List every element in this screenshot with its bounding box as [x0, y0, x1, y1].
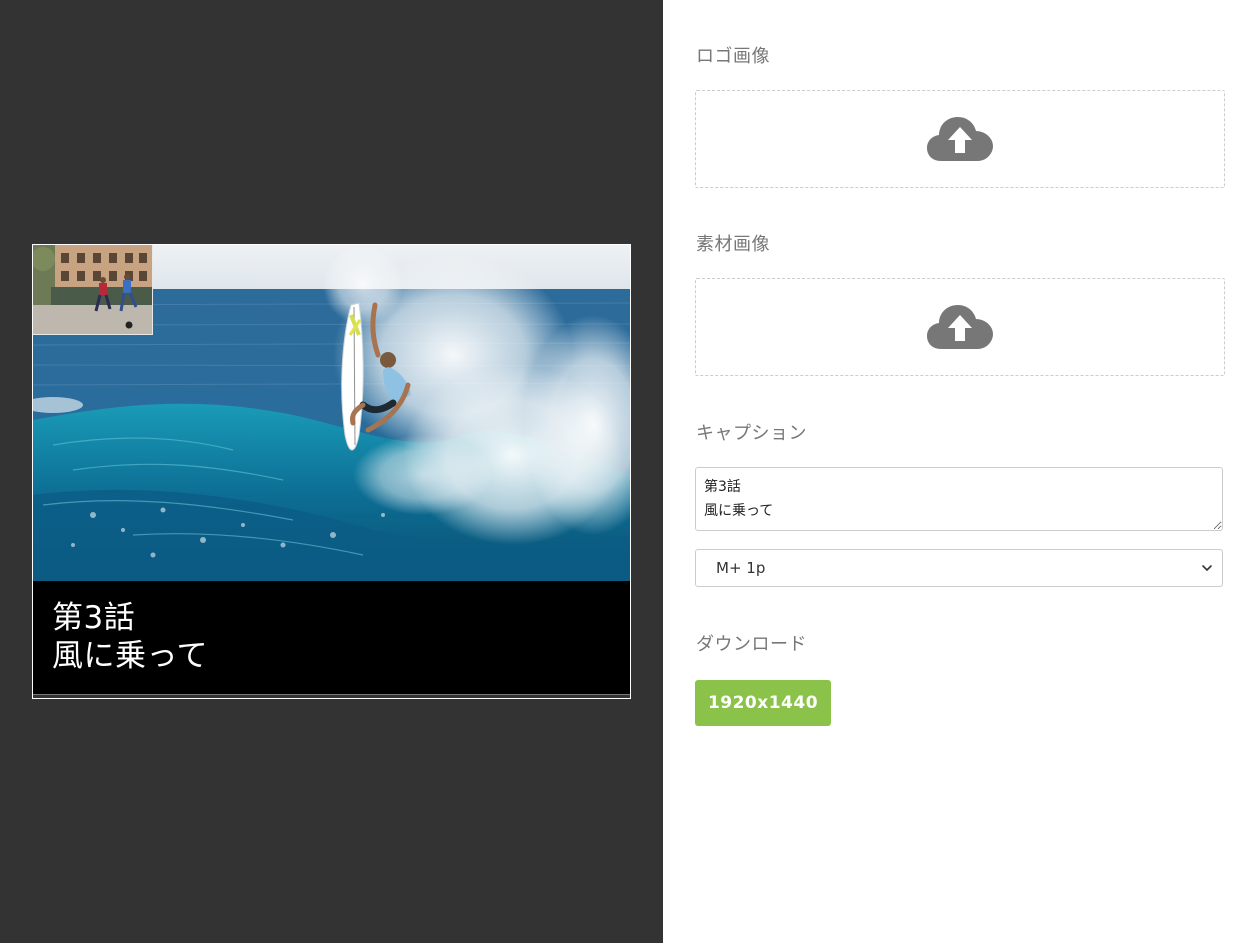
preview-caption-line2: 風に乗って — [52, 638, 208, 674]
material-image-dropzone[interactable] — [695, 278, 1225, 376]
control-pane: ロゴ画像 素材画像 キャプション M+ 1p ダウンロード 1920x1440 — [663, 0, 1257, 943]
logo-image — [33, 245, 153, 335]
preview-canvas: 第3話 風に乗って — [32, 244, 631, 699]
preview-caption-line1: 第3話 — [52, 600, 136, 636]
font-select[interactable]: M+ 1p — [695, 549, 1223, 587]
font-select-value: M+ 1p — [716, 559, 766, 577]
preview-pane: 第3話 風に乗って — [0, 0, 663, 943]
logo-image-label: ロゴ画像 — [696, 46, 770, 67]
caption-input[interactable] — [695, 467, 1223, 531]
cloud-upload-icon — [927, 305, 993, 349]
logo-image-dropzone[interactable] — [695, 90, 1225, 188]
preview-caption: 第3話 風に乗って — [52, 599, 208, 675]
cloud-upload-icon — [927, 117, 993, 161]
download-1920x1440-button[interactable]: 1920x1440 — [695, 680, 831, 726]
app: 第3話 風に乗って ロゴ画像 素材画像 キャプション M+ 1p — [0, 0, 1257, 943]
chevron-down-icon — [1202, 565, 1212, 571]
preview-bottom-edge — [33, 694, 630, 698]
material-image-label: 素材画像 — [696, 234, 770, 255]
caption-label: キャプション — [696, 423, 807, 444]
download-label: ダウンロード — [696, 634, 807, 655]
